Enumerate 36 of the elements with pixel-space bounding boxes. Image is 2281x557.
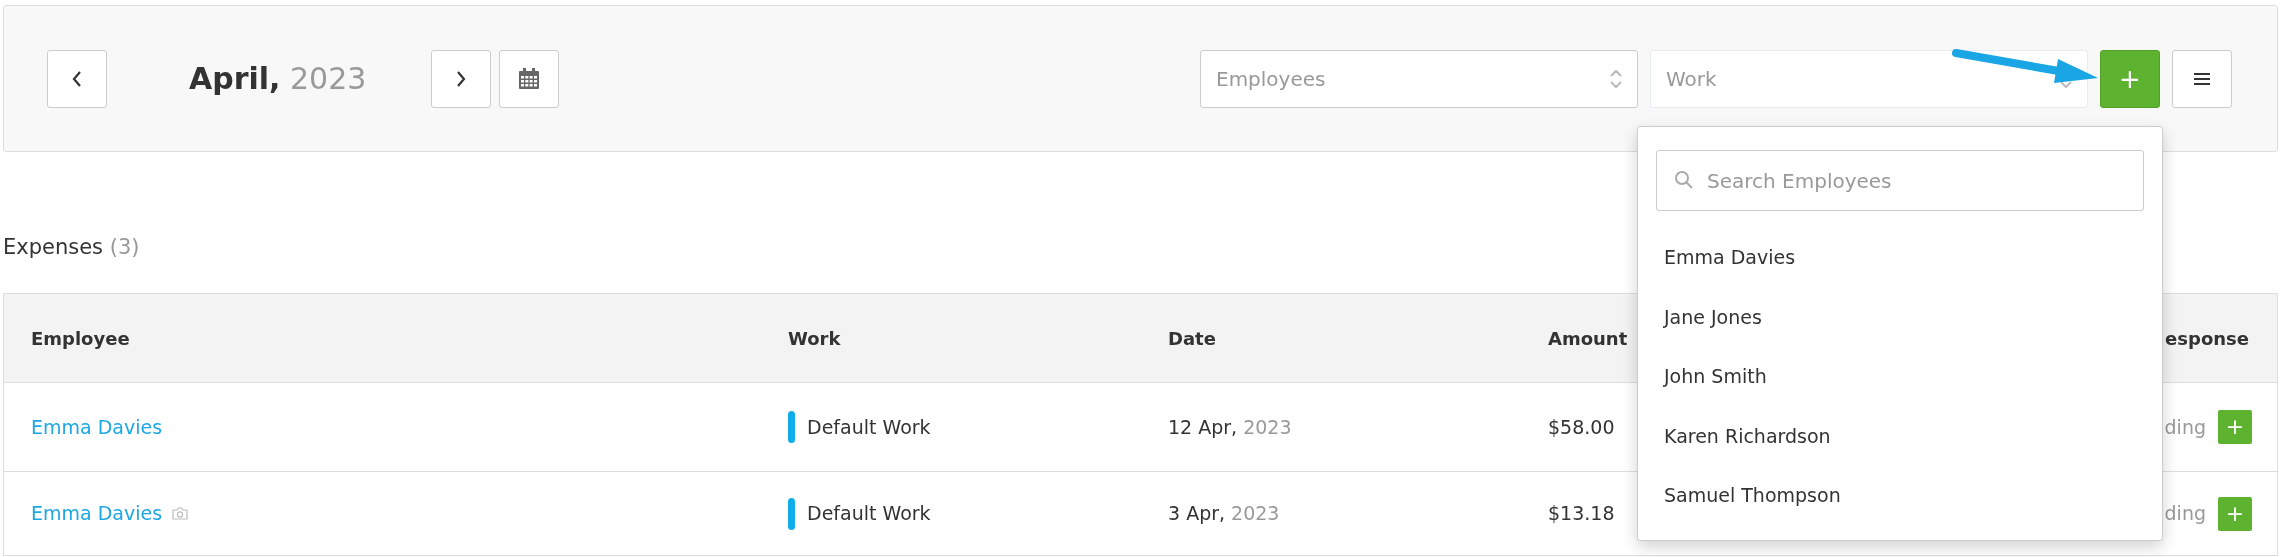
status-text: ding bbox=[2164, 501, 2206, 527]
search-field[interactable]: Search Employees bbox=[1656, 150, 2144, 211]
dropdown-item[interactable]: Jane Jones bbox=[1656, 287, 2144, 348]
menu-icon bbox=[2194, 72, 2210, 85]
chevron-left-icon bbox=[72, 69, 82, 88]
column-header: Date bbox=[1168, 327, 1216, 349]
work-name: Default Work bbox=[807, 414, 931, 440]
date-text: 3 Apr, 2023 bbox=[1168, 502, 1280, 525]
status-text: ding bbox=[2164, 414, 2206, 440]
date-text: 12 Apr, 2023 bbox=[1168, 415, 1292, 438]
chevron-right-icon bbox=[456, 69, 466, 88]
select-field[interactable]: Employees bbox=[1200, 49, 1638, 108]
select-field[interactable]: Work bbox=[1650, 49, 2088, 108]
add-button[interactable]: + bbox=[2100, 49, 2160, 108]
amount-text: $58.00 bbox=[1548, 415, 1615, 438]
dropdown-item[interactable]: Samuel Thompson bbox=[1656, 466, 2144, 526]
employee-link[interactable]: Emma Davies bbox=[31, 499, 163, 528]
add-response-button[interactable]: + bbox=[2218, 410, 2252, 444]
dropdown-item[interactable]: Emma Davies bbox=[1656, 228, 2144, 288]
section-title: Expenses (3) bbox=[3, 235, 140, 259]
dropdown-item[interactable]: John Smith bbox=[1656, 347, 2144, 407]
amount-text: $13.18 bbox=[1548, 502, 1615, 525]
search-icon bbox=[1674, 170, 1694, 190]
add-response-button[interactable]: + bbox=[2218, 496, 2252, 531]
calendar-icon bbox=[519, 68, 539, 89]
column-header: Employee bbox=[31, 327, 130, 349]
menu-button[interactable] bbox=[2172, 49, 2232, 108]
month-title: April, 2023 bbox=[189, 61, 367, 96]
dropdown-item[interactable]: Karen Richardson bbox=[1656, 406, 2144, 467]
updown-icon bbox=[1609, 67, 1623, 90]
employee-link[interactable]: Emma Davies bbox=[31, 412, 163, 442]
column-header: esponse bbox=[2165, 327, 2249, 349]
column-header: Work bbox=[788, 327, 841, 349]
work-name: Default Work bbox=[807, 501, 931, 527]
column-header: Amount bbox=[1548, 327, 1628, 349]
calendar-button[interactable] bbox=[499, 49, 559, 108]
